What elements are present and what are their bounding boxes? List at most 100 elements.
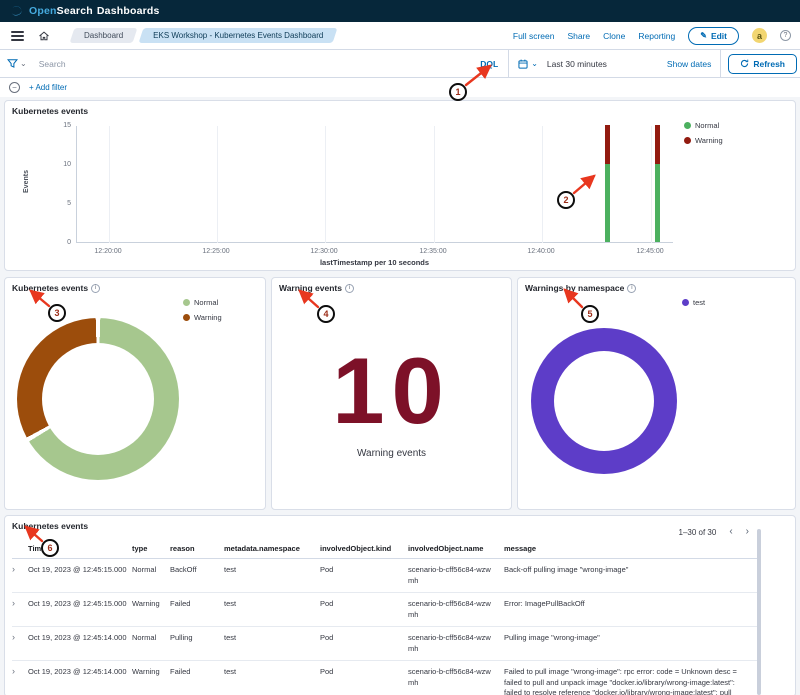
legend: Normal Warning xyxy=(183,298,222,322)
x-tick: 12:35:00 xyxy=(403,248,463,255)
donut-chart-events[interactable] xyxy=(17,318,179,480)
y-axis-label: Events xyxy=(23,170,30,193)
cell-reason: Failed xyxy=(170,661,224,695)
x-tick: 12:25:00 xyxy=(186,248,246,255)
avatar[interactable]: a xyxy=(752,28,767,43)
breadcrumb: Dashboard EKS Workshop - Kubernetes Even… xyxy=(72,28,335,43)
opensearch-logo-icon xyxy=(10,5,23,18)
column-header-message[interactable]: message xyxy=(504,540,757,559)
table-row: › Oct 19, 2023 @ 12:45:15.000 Warning Fa… xyxy=(12,593,757,627)
calendar-icon xyxy=(518,59,528,69)
cell-type: Warning xyxy=(132,593,170,627)
column-header-time[interactable]: Time ▾ xyxy=(28,540,132,559)
stacked-bar[interactable] xyxy=(655,125,660,242)
x-tick: 12:30:00 xyxy=(294,248,354,255)
clone-link[interactable]: Clone xyxy=(603,31,625,41)
cell-kind: Pod xyxy=(320,559,408,593)
date-quick-select-button[interactable]: ⌄ xyxy=(509,59,547,69)
cell-type: Normal xyxy=(132,627,170,661)
legend-item-warning[interactable]: Warning xyxy=(684,136,723,145)
cell-name: scenario-b-cff56c84-wzwmh xyxy=(408,661,504,695)
legend-dot xyxy=(684,137,691,144)
cell-message: Back-off pulling image "wrong-image" xyxy=(504,559,757,593)
top-banner: OpenSearchDashboards xyxy=(0,0,800,22)
info-icon[interactable]: i xyxy=(627,284,636,293)
cell-time: Oct 19, 2023 @ 12:45:14.000 xyxy=(28,661,132,695)
column-header-namespace[interactable]: metadata.namespace xyxy=(224,540,320,559)
histogram-plot xyxy=(76,126,673,243)
filter-options-icon[interactable]: − xyxy=(9,82,20,93)
x-tick: 12:40:00 xyxy=(511,248,571,255)
cell-time: Oct 19, 2023 @ 12:45:15.000 xyxy=(28,593,132,627)
cell-name: scenario-b-cff56c84-wzwmh xyxy=(408,559,504,593)
app-title: OpenSearchDashboards xyxy=(29,5,160,17)
filter-bar: − + Add filter xyxy=(0,78,800,97)
y-tick: 15 xyxy=(51,122,71,129)
pagination-range: 1–30 of 30 xyxy=(679,528,717,537)
column-header-kind[interactable]: involvedObject.kind xyxy=(320,540,408,559)
stacked-bar[interactable] xyxy=(605,125,610,242)
show-dates-button[interactable]: Show dates xyxy=(667,59,711,69)
expand-row-icon[interactable]: › xyxy=(12,598,15,608)
info-icon[interactable]: i xyxy=(91,284,100,293)
next-page-icon[interactable]: › xyxy=(746,527,749,537)
metric-label: Warning events xyxy=(272,448,511,459)
search-input[interactable] xyxy=(27,59,471,69)
breadcrumb-dashboard[interactable]: Dashboard xyxy=(72,28,135,43)
x-tick: 12:45:00 xyxy=(620,248,680,255)
saved-query-menu-button[interactable]: ⌄ xyxy=(7,58,27,69)
y-tick: 5 xyxy=(51,200,71,207)
expand-row-icon[interactable]: › xyxy=(12,632,15,642)
gridline xyxy=(325,126,326,243)
table-row: › Oct 19, 2023 @ 12:45:14.000 Warning Fa… xyxy=(12,661,757,695)
panel-kubernetes-events-donut: Kubernetes eventsi Normal Warning xyxy=(4,277,266,510)
table-row: › Oct 19, 2023 @ 12:45:14.000 Normal Pul… xyxy=(12,627,757,661)
cell-name: scenario-b-cff56c84-wzwmh xyxy=(408,627,504,661)
column-header-type[interactable]: type xyxy=(132,540,170,559)
gridline xyxy=(542,126,543,243)
x-axis-title: lastTimestamp per 10 seconds xyxy=(76,258,673,267)
menu-icon[interactable] xyxy=(11,29,24,43)
metric-value: 10 xyxy=(272,344,511,438)
funnel-icon xyxy=(7,58,18,69)
panel-title: Warnings by namespacei xyxy=(525,283,636,293)
dql-button[interactable]: DQL xyxy=(480,59,498,69)
add-filter-button[interactable]: + Add filter xyxy=(29,83,67,92)
column-header-reason[interactable]: reason xyxy=(170,540,224,559)
full-screen-link[interactable]: Full screen xyxy=(513,31,555,41)
events-table: Time ▾ type reason metadata.namespace in… xyxy=(12,540,757,695)
legend-item-warning[interactable]: Warning xyxy=(183,313,222,322)
donut-chart-namespaces[interactable] xyxy=(531,328,677,474)
reporting-link[interactable]: Reporting xyxy=(638,31,675,41)
cell-message: Failed to pull image "wrong-image": rpc … xyxy=(504,661,757,695)
sort-desc-icon: ▾ xyxy=(47,546,51,553)
help-icon[interactable]: ? xyxy=(780,30,791,41)
column-header-name[interactable]: involvedObject.name xyxy=(408,540,504,559)
divider xyxy=(720,50,721,77)
legend-item-test[interactable]: test xyxy=(682,298,705,307)
refresh-button[interactable]: Refresh xyxy=(728,54,797,74)
info-icon[interactable]: i xyxy=(345,284,354,293)
gridline xyxy=(109,126,110,243)
previous-page-icon[interactable]: ‹ xyxy=(729,527,732,537)
vertical-scrollbar[interactable] xyxy=(757,529,761,695)
pencil-icon: ✎ xyxy=(700,31,707,40)
column-header-expand xyxy=(12,540,28,559)
expand-row-icon[interactable]: › xyxy=(12,666,15,676)
legend-dot xyxy=(684,122,691,129)
legend-item-normal[interactable]: Normal xyxy=(183,298,222,307)
legend-dot xyxy=(682,299,689,306)
share-link[interactable]: Share xyxy=(567,31,590,41)
home-icon[interactable] xyxy=(38,30,50,42)
expand-row-icon[interactable]: › xyxy=(12,564,15,574)
gridline xyxy=(217,126,218,243)
panel-title: Kubernetes events xyxy=(12,106,88,116)
time-range-value[interactable]: Last 30 minutes xyxy=(547,59,667,69)
cell-time: Oct 19, 2023 @ 12:45:15.000 xyxy=(28,559,132,593)
cell-kind: Pod xyxy=(320,661,408,695)
panel-title: Kubernetes events xyxy=(12,521,88,531)
legend-item-normal[interactable]: Normal xyxy=(684,121,723,130)
cell-namespace: test xyxy=(224,559,320,593)
edit-button[interactable]: ✎ Edit xyxy=(688,27,739,45)
cell-kind: Pod xyxy=(320,593,408,627)
